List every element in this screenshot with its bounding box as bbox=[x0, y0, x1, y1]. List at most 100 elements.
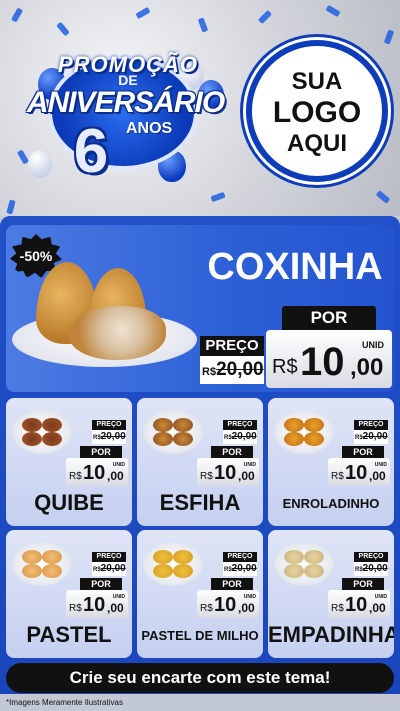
old-price-label: PREÇO bbox=[92, 420, 126, 430]
price-unit: UNID bbox=[112, 594, 125, 600]
promo-anos: ANOS bbox=[126, 120, 173, 137]
new-price: R$ 10 ,00 UNID bbox=[266, 330, 392, 388]
price-amount: 10 bbox=[300, 340, 345, 384]
food-piece bbox=[42, 432, 62, 446]
price-amount: 10 bbox=[345, 462, 368, 484]
price-currency: R$ bbox=[200, 471, 213, 482]
food-piece bbox=[304, 432, 324, 446]
logo-text-line2: LOGO bbox=[272, 96, 362, 129]
price-currency: R$ bbox=[272, 356, 298, 378]
food-piece bbox=[173, 550, 193, 564]
promo-main-title: ANIVERSÁRIO bbox=[26, 86, 225, 119]
food-piece bbox=[304, 550, 324, 564]
product-name: ESFIHA bbox=[159, 490, 241, 515]
old-price-label: PREÇO bbox=[200, 336, 264, 356]
price-currency: R$ bbox=[331, 471, 344, 482]
food-piece bbox=[22, 432, 42, 446]
food-piece bbox=[42, 564, 62, 578]
old-price: R$20,00 bbox=[354, 430, 388, 444]
cta-banner[interactable]: Crie seu encarte com este tema! bbox=[6, 663, 394, 693]
food-piece bbox=[284, 432, 304, 446]
price-unit: UNID bbox=[112, 462, 125, 468]
confetti bbox=[383, 29, 395, 45]
food-piece bbox=[42, 418, 62, 432]
product-name: PASTEL bbox=[26, 622, 112, 647]
price-cents: ,00 bbox=[369, 469, 386, 483]
por-label: POR bbox=[80, 578, 122, 590]
logo-text-line3: AQUI bbox=[287, 130, 347, 157]
logo-text-line1: SUA bbox=[291, 68, 343, 95]
price-unit: UNID bbox=[374, 462, 387, 468]
old-price-amount: 20,00 bbox=[362, 431, 388, 442]
food-piece bbox=[173, 564, 193, 578]
price-cents: ,00 bbox=[107, 469, 124, 483]
product-image bbox=[143, 410, 203, 454]
product-card: PREÇO R$20,00 POR R$ 10,00 UNID EMPADINHA bbox=[268, 530, 394, 658]
price-cents: ,00 bbox=[107, 601, 124, 615]
price-unit: UNID bbox=[374, 594, 387, 600]
old-price: R$20,00 bbox=[223, 562, 257, 576]
old-price: R$20,00 bbox=[354, 562, 388, 576]
old-price: R$20,00 bbox=[92, 430, 126, 444]
food-piece bbox=[153, 550, 173, 564]
confetti bbox=[375, 190, 391, 204]
price-unit: UNID bbox=[243, 462, 256, 468]
price-amount: 10 bbox=[214, 594, 237, 616]
new-price: R$ 10,00 UNID bbox=[328, 590, 390, 618]
price-cents: ,00 bbox=[238, 469, 255, 483]
old-price: R$20,00 bbox=[200, 356, 264, 384]
old-price-label: PREÇO bbox=[354, 420, 388, 430]
old-price-amount: 20,00 bbox=[362, 563, 388, 574]
old-price-currency: R$ bbox=[202, 366, 217, 378]
new-price: R$ 10,00 UNID bbox=[197, 458, 259, 486]
food-piece bbox=[304, 564, 324, 578]
old-price-amount: 20,00 bbox=[100, 563, 126, 574]
old-price-label: PREÇO bbox=[223, 552, 257, 562]
product-image bbox=[274, 542, 334, 586]
confetti bbox=[325, 4, 341, 18]
confetti bbox=[135, 6, 151, 20]
coxinha-open-image bbox=[68, 306, 166, 360]
new-price: R$ 10,00 UNID bbox=[66, 590, 128, 618]
old-price-label: PREÇO bbox=[92, 552, 126, 562]
price-amount: 10 bbox=[345, 594, 368, 616]
confetti bbox=[10, 7, 24, 23]
disclaimer-footnote: *Imagens Meramente Ilustrativas bbox=[6, 698, 123, 707]
food-piece bbox=[42, 550, 62, 564]
old-price-currency: R$ bbox=[93, 435, 101, 441]
price-currency: R$ bbox=[69, 603, 82, 614]
product-card: PREÇO R$20,00 POR R$ 10,00 UNID QUIBE bbox=[6, 398, 132, 526]
por-label: POR bbox=[342, 446, 384, 458]
price-currency: R$ bbox=[200, 603, 213, 614]
food-piece bbox=[173, 418, 193, 432]
por-label: POR bbox=[80, 446, 122, 458]
price-unit: UNID bbox=[243, 594, 256, 600]
old-price-currency: R$ bbox=[355, 435, 363, 441]
price-amount: 10 bbox=[214, 462, 237, 484]
por-label: POR bbox=[211, 578, 253, 590]
price-currency: R$ bbox=[69, 471, 82, 482]
old-price-currency: R$ bbox=[224, 435, 232, 441]
old-price-label: PREÇO bbox=[354, 552, 388, 562]
food-piece bbox=[284, 550, 304, 564]
old-price-amount: 20,00 bbox=[231, 563, 257, 574]
product-image bbox=[12, 410, 72, 454]
old-price-amount: 20,00 bbox=[100, 431, 126, 442]
price-amount: 10 bbox=[83, 594, 106, 616]
food-piece bbox=[22, 550, 42, 564]
food-piece bbox=[304, 418, 324, 432]
new-price: R$ 10,00 UNID bbox=[197, 590, 259, 618]
product-card: PREÇO R$20,00 POR R$ 10,00 UNID ESFIHA bbox=[137, 398, 263, 526]
confetti bbox=[56, 21, 70, 37]
price-amount: 10 bbox=[83, 462, 106, 484]
product-image bbox=[143, 542, 203, 586]
anniversary-promo-logo: PROMOÇÃO DE ANIVERSÁRIO 6 ANOS bbox=[8, 40, 243, 200]
old-price: R$20,00 bbox=[92, 562, 126, 576]
promo-number: 6 bbox=[73, 117, 109, 186]
confetti bbox=[197, 17, 209, 33]
hero-banner: PROMOÇÃO DE ANIVERSÁRIO 6 ANOS SUA LOGO … bbox=[0, 0, 400, 216]
food-piece bbox=[284, 418, 304, 432]
product-name: EMPADINHA bbox=[268, 622, 394, 647]
old-price-currency: R$ bbox=[355, 567, 363, 573]
price-cents: ,00 bbox=[369, 601, 386, 615]
